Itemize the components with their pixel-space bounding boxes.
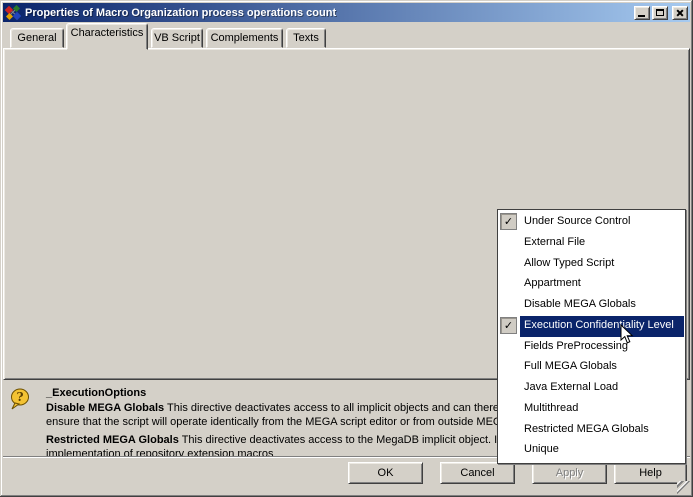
app-icon [5,5,21,21]
minimize-icon [638,15,645,17]
tab-characteristics[interactable]: Characteristics [66,23,148,50]
check-icon: ✓ [500,213,517,230]
menu-item[interactable]: Fields PreProcessing [499,337,684,358]
help-title: _ExecutionOptions [46,387,146,399]
menu-item[interactable]: Disable MEGA Globals [499,295,684,316]
mouse-cursor-icon [620,324,634,345]
menu-item[interactable]: Allow Typed Script [499,254,684,275]
maximize-icon [656,9,664,16]
menu-item[interactable]: Full MEGA Globals [499,357,684,378]
menu-item[interactable]: Restricted MEGA Globals [499,420,684,441]
ok-button[interactable]: OK [348,462,423,484]
help-line-1: Disable MEGA Globals This directive deac… [46,402,502,414]
menu-item[interactable]: Java External Load [499,378,684,399]
help-line-2: ensure that the script will operate iden… [46,416,509,428]
maximize-button[interactable] [652,6,668,20]
tab-complements[interactable]: Complements [206,28,283,48]
menu-item[interactable]: External File [499,233,684,254]
menu-item[interactable]: Multithread [499,399,684,420]
title-bar[interactable]: Properties of Macro Organization process… [3,3,690,22]
help-line-3: Restricted MEGA Globals This directive d… [46,434,500,446]
execution-options-menu: ✓Under Source Control External File Allo… [497,209,686,464]
menu-item[interactable]: Unique [499,440,684,461]
minimize-button[interactable] [634,6,650,20]
window-title: Properties of Macro Organization process… [25,7,632,19]
resize-grip[interactable] [677,481,690,494]
tab-texts[interactable]: Texts [286,28,326,48]
menu-item[interactable]: ✓Under Source Control [499,212,684,233]
menu-item[interactable]: Appartment [499,274,684,295]
close-button[interactable] [672,6,688,20]
menu-item-selected[interactable]: ✓Execution Confidentiality Level [499,316,684,337]
cancel-button[interactable]: Cancel [440,462,515,484]
tab-general[interactable]: General [10,28,64,48]
svg-text:?: ? [16,390,23,404]
properties-dialog: Properties of Macro Organization process… [0,0,693,497]
check-icon: ✓ [500,317,517,334]
apply-button: Apply [532,462,607,484]
help-line-4: implementation of repository extension m… [46,448,273,456]
help-bubble-icon: ? [10,388,30,412]
tab-vb-script[interactable]: VB Script [151,28,203,48]
